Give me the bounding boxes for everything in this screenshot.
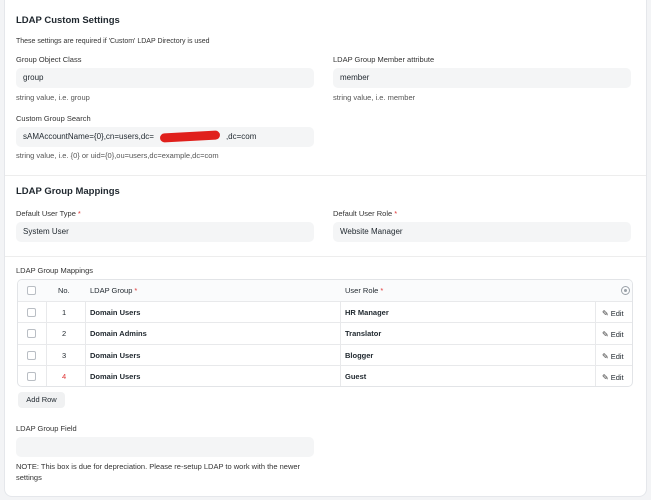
section-description: These settings are required if 'Custom' … <box>16 38 210 45</box>
mappings-table: No. LDAP Group * User Role * 1 Domain User… <box>17 279 633 387</box>
row-number: 1 <box>62 307 67 317</box>
ldap-group-field-label: LDAP Group Field <box>16 424 77 433</box>
ldap-group-cell[interactable]: Domain Users <box>90 302 140 323</box>
row-number: 3 <box>62 350 67 360</box>
default-user-type-label-text: Default User Type <box>16 209 76 218</box>
custom-settings-section: LDAP Custom Settings These settings are … <box>5 0 646 176</box>
pencil-icon: ✎ <box>602 351 609 361</box>
custom-group-search-input[interactable]: sAMAccountName={0},cn=users,dc= ,dc=com <box>16 127 314 147</box>
edit-row-button[interactable]: ✎ Edit <box>602 324 624 345</box>
required-asterisk: * <box>394 209 398 218</box>
row-number: 4 <box>62 372 67 381</box>
column-settings-icon[interactable] <box>621 286 630 295</box>
table-row[interactable]: 4 Domain Users Guest ✎ Edit <box>18 366 632 386</box>
column-header-user-role: User Role * <box>345 280 383 301</box>
ldap-group-field-note-line1: NOTE: This box is due for depreciation. … <box>16 462 301 471</box>
group-member-attribute-label: LDAP Group Member attribute <box>333 55 435 64</box>
edit-label: Edit <box>610 351 624 361</box>
user-role-cell[interactable]: HR Manager <box>345 302 389 323</box>
pencil-icon: ✎ <box>602 330 609 339</box>
column-header-ldap-group: LDAP Group * <box>90 280 137 301</box>
mappings-table-label: LDAP Group Mappings <box>16 266 93 275</box>
edit-row-button[interactable]: ✎ Edit <box>602 367 624 386</box>
mappings-table-section: LDAP Group Mappings No. LDAP Group * User… <box>5 257 646 497</box>
row-checkbox[interactable] <box>27 372 36 381</box>
row-checkbox[interactable] <box>27 329 36 338</box>
ldap-group-field-input[interactable] <box>16 437 314 457</box>
ldap-group-field-note-line2: settings <box>16 473 42 482</box>
default-user-role-label-text: Default User Role <box>333 209 393 218</box>
default-user-type-label: Default User Type * <box>16 209 81 218</box>
ldap-settings-card: LDAP Custom Settings These settings are … <box>4 0 647 497</box>
custom-group-search-value: sAMAccountName={0},cn=users,dc= ,dc=com <box>23 132 257 141</box>
ldap-group-cell[interactable]: Domain Users <box>90 345 140 366</box>
group-object-class-label: Group Object Class <box>16 55 82 64</box>
group-object-class-input[interactable]: group <box>16 68 314 88</box>
row-number: 2 <box>62 329 67 338</box>
table-header-row: No. LDAP Group * User Role * <box>18 280 632 302</box>
group-member-attribute-input[interactable]: member <box>333 68 631 88</box>
group-object-class-help: string value, i.e. group <box>16 93 90 102</box>
column-header-user-role-text: User Role <box>345 286 379 295</box>
column-header-no: No. <box>58 286 70 295</box>
edit-row-button[interactable]: ✎ Edit <box>602 303 624 324</box>
edit-label: Edit <box>610 373 624 382</box>
user-role-cell[interactable]: Translator <box>345 323 381 344</box>
section-title: LDAP Group Mappings <box>16 186 120 197</box>
section-title: LDAP Custom Settings <box>16 15 120 26</box>
custom-group-search-help: string value, i.e. {0} or uid={0},ou=use… <box>16 151 219 160</box>
column-header-ldap-group-text: LDAP Group <box>90 286 133 295</box>
required-asterisk: * <box>77 209 81 218</box>
add-row-button[interactable]: Add Row <box>18 392 65 408</box>
default-user-role-input[interactable]: Website Manager <box>333 222 631 242</box>
ldap-group-cell[interactable]: Domain Users <box>90 366 140 386</box>
user-role-cell[interactable]: Guest <box>345 366 366 386</box>
row-checkbox[interactable] <box>27 307 36 317</box>
row-checkbox[interactable] <box>27 350 36 360</box>
required-asterisk: * <box>380 286 384 295</box>
select-all-checkbox[interactable] <box>27 286 36 295</box>
required-asterisk: * <box>134 286 138 295</box>
table-row[interactable]: 2 Domain Admins Translator ✎ Edit <box>18 323 632 345</box>
custom-group-search-label: Custom Group Search <box>16 114 91 123</box>
edit-label: Edit <box>610 308 624 318</box>
default-user-role-label: Default User Role * <box>333 209 397 218</box>
pencil-icon: ✎ <box>602 373 609 382</box>
table-row[interactable]: 3 Domain Users Blogger ✎ Edit <box>18 345 632 367</box>
ldap-group-cell[interactable]: Domain Admins <box>90 323 147 344</box>
table-row[interactable]: 1 Domain Users HR Manager ✎ Edit <box>18 302 632 324</box>
group-member-attribute-help: string value, i.e. member <box>333 93 416 102</box>
edit-label: Edit <box>610 330 624 339</box>
group-mappings-section: LDAP Group Mappings Default User Type * S… <box>5 176 646 257</box>
default-user-type-select[interactable]: System User <box>16 222 314 242</box>
user-role-cell[interactable]: Blogger <box>345 345 373 366</box>
pencil-icon: ✎ <box>602 308 609 318</box>
edit-row-button[interactable]: ✎ Edit <box>602 346 624 367</box>
